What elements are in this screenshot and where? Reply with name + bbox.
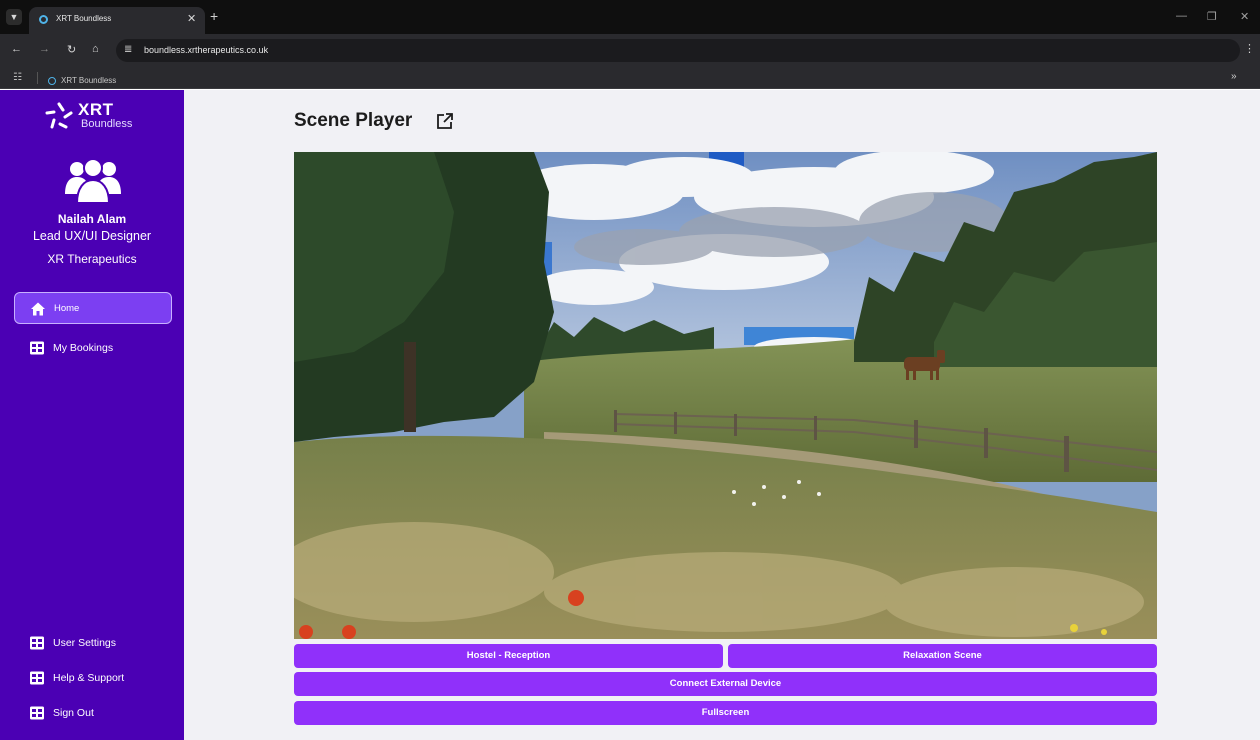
bookmark-label: XRT Boundless: [61, 76, 117, 86]
logo-main-text: XRT: [78, 100, 114, 119]
browser-title-bar: ▼ XRT Boundless ✕ + — ❐ ✕: [0, 0, 1260, 34]
sidebar: XRT Boundless Nailah Alam Lead UX/UI Des…: [0, 90, 184, 740]
restore-icon[interactable]: ❐: [1207, 10, 1217, 23]
bookmarks-divider: [37, 72, 38, 84]
user-company: XR Therapeutics: [47, 252, 137, 266]
scene-image: [294, 152, 1157, 639]
logo: XRT Boundless: [45, 100, 155, 132]
back-icon[interactable]: ←: [11, 43, 22, 55]
sidebar-item-user-settings[interactable]: User Settings: [14, 627, 172, 659]
close-window-icon[interactable]: ✕: [1240, 10, 1249, 23]
bookmarks-bar: ☷ XRT Boundless »: [0, 67, 1260, 89]
address-bar[interactable]: ≣ boundless.xrtherapeutics.co.uk: [116, 39, 1240, 62]
app-viewport: XRT Boundless Nailah Alam Lead UX/UI Des…: [0, 90, 1260, 740]
tab-favicon-icon: [39, 15, 48, 24]
site-settings-icon[interactable]: ≣: [124, 44, 132, 55]
user-role: Lead UX/UI Designer: [32, 229, 152, 243]
sidebar-item-label: User Settings: [53, 637, 117, 649]
tab-close-icon[interactable]: ✕: [187, 12, 196, 25]
home-page-icon[interactable]: ⌂: [92, 43, 99, 55]
new-tab-button[interactable]: +: [210, 8, 218, 24]
user-name: Nailah Alam: [57, 212, 127, 226]
tab-search-button[interactable]: ▼: [6, 9, 22, 25]
home-icon: [31, 302, 45, 316]
user-settings-icon: [30, 636, 44, 650]
bookings-icon: [30, 341, 44, 355]
sign-out-icon: [30, 706, 44, 720]
reload-icon[interactable]: ↻: [67, 43, 76, 56]
bookmark-xrt-boundless[interactable]: XRT Boundless: [48, 72, 116, 90]
page-title: Scene Player: [294, 110, 413, 131]
sidebar-item-home[interactable]: Home: [14, 292, 172, 324]
sidebar-item-help-support[interactable]: Help & Support: [14, 662, 172, 694]
logo-sub-text: Boundless: [81, 118, 133, 130]
logo-star-icon: [45, 102, 73, 129]
sidebar-item-label: Help & Support: [53, 672, 125, 684]
apps-grid-icon[interactable]: ☷: [13, 72, 22, 83]
browser-menu-icon[interactable]: ⋮: [1244, 42, 1255, 55]
relaxation-scene-button[interactable]: Relaxation Scene: [728, 644, 1157, 668]
fullscreen-button[interactable]: Fullscreen: [294, 701, 1157, 725]
forward-icon[interactable]: →: [39, 43, 50, 55]
minimize-icon[interactable]: —: [1176, 10, 1187, 22]
sidebar-item-label: Home: [54, 303, 80, 314]
bookmark-favicon-icon: [48, 76, 56, 85]
help-support-icon: [30, 671, 44, 685]
url-text: boundless.xrtherapeutics.co.uk: [144, 45, 269, 55]
sidebar-item-label: My Bookings: [53, 342, 114, 354]
user-group-icon: [65, 158, 121, 204]
open-external-icon[interactable]: [436, 112, 454, 130]
scene-viewport[interactable]: [294, 152, 1157, 639]
more-bookmarks-icon[interactable]: »: [1231, 71, 1237, 82]
browser-tab[interactable]: XRT Boundless ✕: [29, 7, 205, 34]
connect-external-device-button[interactable]: Connect External Device: [294, 672, 1157, 696]
hostel-reception-button[interactable]: Hostel - Reception: [294, 644, 723, 668]
tab-title: XRT Boundless: [56, 14, 112, 23]
sidebar-item-sign-out[interactable]: Sign Out: [14, 697, 172, 729]
browser-toolbar: ← → ↻ ⌂ ≣ boundless.xrtherapeutics.co.uk…: [0, 34, 1260, 67]
sidebar-item-my-bookings[interactable]: My Bookings: [14, 332, 172, 364]
sidebar-item-label: Sign Out: [53, 707, 94, 719]
